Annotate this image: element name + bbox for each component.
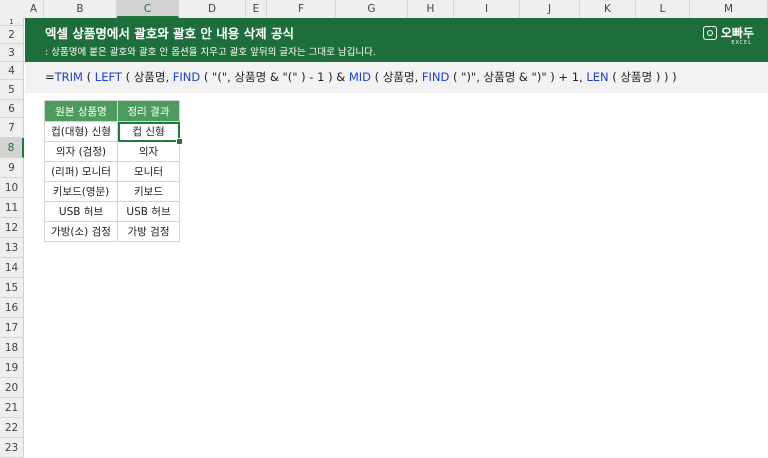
row-header-11[interactable]: 11 xyxy=(0,198,24,218)
formula-function: FIND xyxy=(421,70,450,84)
row-header-10[interactable]: 10 xyxy=(0,178,24,198)
column-header-j[interactable]: J xyxy=(520,0,580,18)
cell-original-name[interactable]: 컵(대형) 신형 xyxy=(44,121,118,142)
spreadsheet: ABCDEFGHIJKLM 1 2 3 4 5 6 7 8 9 10 11 12 13 14 15 16 17 1… xyxy=(0,0,768,458)
row-header-17[interactable]: 17 xyxy=(0,318,24,338)
banner-subtitle: : 상품명에 붙은 괄호와 괄호 안 옵션을 지우고 괄호 앞뒤의 글자는 그대… xyxy=(45,47,376,58)
cell-cleaned-result[interactable]: 컵 신형 xyxy=(117,121,180,142)
cell-cleaned-result[interactable]: 키보드 xyxy=(117,181,180,202)
column-header-bar: ABCDEFGHIJKLM xyxy=(0,0,768,19)
banner-title: 엑셀 상품명에서 괄호와 괄호 안 내용 삭제 공식 xyxy=(45,26,294,41)
row-header-14[interactable]: 14 xyxy=(0,258,24,278)
table-row: USB 허브 USB 허브 xyxy=(44,201,180,222)
column-header-k[interactable]: K xyxy=(580,0,636,18)
row-header-22[interactable]: 22 xyxy=(0,418,24,438)
row-header-6[interactable]: 6 xyxy=(0,100,24,118)
formula-token: ( "(", 상품명 & "(" ) - 1 ) & xyxy=(200,70,349,84)
column-header-d[interactable]: D xyxy=(179,0,246,18)
formula-token: ( 상품명, xyxy=(121,70,173,84)
formula-function: TRIM xyxy=(54,70,83,84)
column-header-i[interactable]: I xyxy=(454,0,520,18)
row-header-12[interactable]: 12 xyxy=(0,218,24,238)
formula-function: LEN xyxy=(586,70,609,84)
formula-token: ( 상품명 ) ) ) xyxy=(608,70,677,84)
table-row: (리퍼) 모니터 모니터 xyxy=(44,161,180,182)
row-header-1[interactable]: 1 xyxy=(0,18,24,26)
product-table: 원본 상품명 정리 결과 컵(대형) 신형 컵 신형 의자 (검정) 의자 (리퍼) 모… xyxy=(44,100,180,242)
column-header-e[interactable]: E xyxy=(246,0,267,18)
formula-token: ( ")", 상품명 & ")" ) + 1, xyxy=(449,70,587,84)
logo-icon xyxy=(702,25,717,40)
column-header-l[interactable]: L xyxy=(636,0,690,18)
column-header-g[interactable]: G xyxy=(336,0,408,18)
formula-row[interactable]: =TRIM ( LEFT ( 상품명, FIND ( "(", 상품명 & "(… xyxy=(25,62,768,93)
formula-text: =TRIM ( LEFT ( 상품명, FIND ( "(", 상품명 & "(… xyxy=(45,62,677,93)
row-header-4[interactable]: 4 xyxy=(0,62,24,80)
cell-original-name[interactable]: 의자 (검정) xyxy=(44,141,118,162)
row-header-18[interactable]: 18 xyxy=(0,338,24,358)
row-header-9[interactable]: 9 xyxy=(0,158,24,178)
row-header-20[interactable]: 20 xyxy=(0,378,24,398)
table-row: 키보드(영문) 키보드 xyxy=(44,181,180,202)
formula-token: ( 상품명, xyxy=(371,70,422,84)
row-header-23[interactable]: 23 xyxy=(0,438,24,458)
row-header-5[interactable]: 5 xyxy=(0,80,24,100)
formula-function: FIND xyxy=(172,70,201,84)
formula-function: LEFT xyxy=(94,70,122,84)
cell-cleaned-result[interactable]: 의자 xyxy=(117,141,180,162)
formula-function: MID xyxy=(348,70,372,84)
column-header-h[interactable]: H xyxy=(408,0,454,18)
fill-handle[interactable] xyxy=(175,137,183,145)
column-header-c[interactable]: C xyxy=(117,0,179,18)
row-header-16[interactable]: 16 xyxy=(0,298,24,318)
row-header-13[interactable]: 13 xyxy=(0,238,24,258)
column-header-b[interactable]: B xyxy=(44,0,117,18)
cell-original-name[interactable]: USB 허브 xyxy=(44,201,118,222)
cell-cleaned-result[interactable]: 모니터 xyxy=(117,161,180,182)
row-header-8[interactable]: 8 xyxy=(0,138,24,158)
formula-token: ( xyxy=(82,70,95,84)
cell-original-name[interactable]: 키보드(영문) xyxy=(44,181,118,202)
row-header-19[interactable]: 19 xyxy=(0,358,24,378)
cell-original-name[interactable]: 가방(소) 검정 xyxy=(44,221,118,242)
row-header-21[interactable]: 21 xyxy=(0,398,24,418)
row-header-2[interactable]: 2 xyxy=(0,26,24,44)
brand-logo: 오빠두 EXCEL xyxy=(702,24,754,46)
cell-cleaned-result[interactable]: 가방 검정 xyxy=(117,221,180,242)
table-row: 가방(소) 검정 가방 검정 xyxy=(44,221,180,242)
column-header-f[interactable]: F xyxy=(267,0,336,18)
title-banner: 엑셀 상품명에서 괄호와 괄호 안 내용 삭제 공식 : 상품명에 붙은 괄호와… xyxy=(25,18,768,62)
column-header-a[interactable]: A xyxy=(24,0,44,18)
column-header-m[interactable]: M xyxy=(690,0,768,18)
logo-text: 오빠두 xyxy=(720,26,754,40)
cell-original-name[interactable]: (리퍼) 모니터 xyxy=(44,161,118,182)
row-header-3[interactable]: 3 xyxy=(0,44,24,62)
table-row: 의자 (검정) 의자 xyxy=(44,141,180,162)
row-header-15[interactable]: 15 xyxy=(0,278,24,298)
logo-subtext: EXCEL xyxy=(731,40,752,46)
cell-cleaned-result[interactable]: USB 허브 xyxy=(117,201,180,222)
table-row: 컵(대형) 신형 컵 신형 xyxy=(44,121,180,142)
formula-token: = xyxy=(45,70,55,84)
header-original-name[interactable]: 원본 상품명 xyxy=(44,100,118,122)
row-header-7[interactable]: 7 xyxy=(0,118,24,138)
header-cleaned-result[interactable]: 정리 결과 xyxy=(117,100,180,122)
